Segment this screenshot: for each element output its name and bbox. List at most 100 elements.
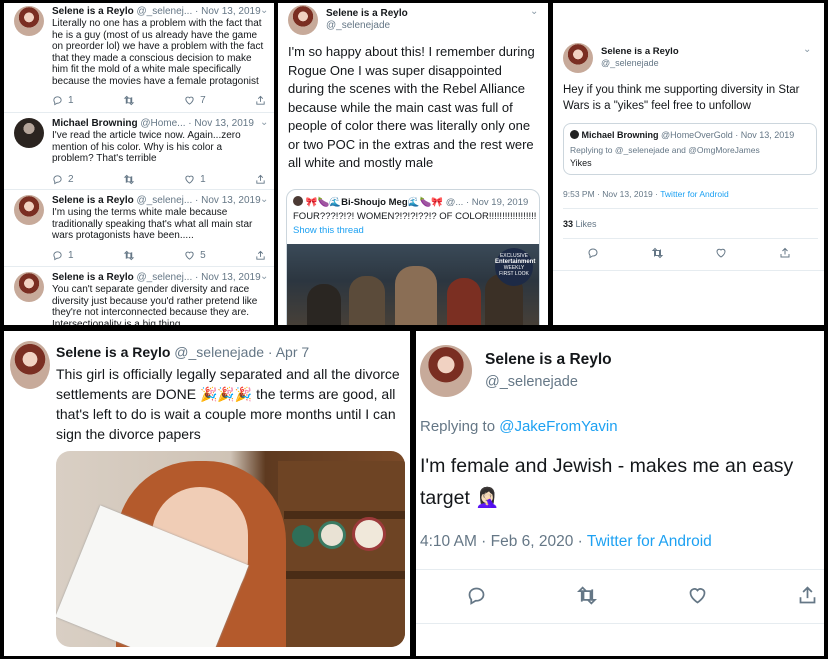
like-icon[interactable]	[687, 585, 708, 606]
author-name[interactable]: Michael Browning	[52, 118, 138, 129]
author-handle: @_selenejade	[601, 58, 659, 68]
like-button[interactable]: 1	[184, 174, 206, 185]
tweet-date: · Apr 7	[267, 344, 310, 360]
avatar[interactable]	[563, 43, 593, 73]
likes-label: Likes	[575, 219, 597, 229]
replying-to: Replying to @_selenejade and @OmgMoreJam…	[570, 145, 760, 155]
likes-count: 33	[563, 219, 574, 229]
reply-count: 2	[68, 174, 74, 185]
reply-tweet-panel: Selene is a Reylo @_selenejade Replying …	[416, 331, 824, 656]
tweet-date: · Nov 13, 2019	[195, 195, 261, 206]
tweet-actions: 2 1	[52, 174, 266, 185]
tweet-date: · Nov 13, 2019	[735, 130, 795, 140]
reply-icon[interactable]	[587, 247, 599, 259]
share-icon[interactable]	[255, 250, 266, 261]
author-handle: @_selenej...	[136, 195, 193, 206]
quoted-tweet[interactable]: 🎀🍆🌊Bi-Shoujo Meg🌊🍆🎀 @... · Nov 19, 2019 …	[286, 189, 540, 325]
tweet-text: Literally no one has a problem with the …	[52, 18, 264, 87]
quote-tweet-panel: Selene is a Reylo @_selenejade ⌄ I'm so …	[278, 3, 548, 325]
replying-to-user[interactable]: @JakeFromYavin	[499, 418, 617, 435]
reply-button[interactable]: 2	[52, 174, 74, 185]
like-icon[interactable]	[715, 247, 727, 259]
reply-button[interactable]: 1	[52, 250, 74, 261]
tweet-date: · Nov 13, 2019	[195, 6, 261, 17]
chevron-down-icon[interactable]: ⌄	[260, 271, 268, 282]
like-count: 5	[200, 250, 206, 261]
divorce-tweet-panel: Selene is a Reylo @_selenejade · Apr 7 T…	[4, 331, 410, 656]
author-name[interactable]: Selene is a Reylo	[52, 272, 134, 283]
author-name[interactable]: Selene is a Reylo	[52, 6, 134, 17]
like-button[interactable]: 7	[184, 95, 206, 106]
avatar[interactable]	[293, 196, 303, 206]
tweet-text: I've read the article twice now. Again..…	[52, 130, 241, 164]
replying-to-label: Replying to	[420, 418, 500, 435]
tweet-date: · Nov 13, 2019	[188, 118, 254, 129]
tweet-photo[interactable]	[56, 451, 405, 647]
tweet-actions	[587, 247, 791, 259]
divider	[563, 208, 818, 209]
yikes-tweet-panel: Selene is a Reylo @_selenejade ⌄ Hey if …	[553, 3, 824, 325]
reply-count: 1	[68, 95, 74, 106]
avatar[interactable]	[420, 345, 472, 397]
share-icon[interactable]	[255, 95, 266, 106]
retweet-icon[interactable]	[651, 247, 664, 259]
retweet-icon[interactable]	[576, 585, 598, 606]
chevron-down-icon[interactable]: ⌄	[803, 44, 811, 55]
tweet[interactable]: Selene is a Reylo @_selenej... · Nov 13,…	[4, 270, 274, 325]
source-link[interactable]: Twitter for Android	[587, 533, 712, 550]
reply-button[interactable]: 1	[52, 95, 74, 106]
chevron-down-icon[interactable]: ⌄	[260, 5, 268, 16]
retweet-icon[interactable]	[123, 95, 135, 106]
avatar[interactable]	[14, 118, 44, 148]
avatar[interactable]	[570, 130, 579, 139]
quoted-text: FOUR???!?!?! WOMEN?!?!?!??!? OF COLOR!!!…	[293, 211, 537, 222]
like-button[interactable]: 5	[184, 250, 206, 261]
tweet[interactable]: Selene is a Reylo @_selenej... · Nov 13,…	[4, 193, 274, 263]
retweet-icon[interactable]	[123, 174, 135, 185]
author-name[interactable]: Selene is a Reylo	[601, 46, 679, 57]
author-handle: @Home...	[140, 118, 186, 129]
avatar[interactable]	[288, 5, 318, 35]
author-name[interactable]: Selene is a Reylo	[56, 344, 170, 360]
reply-icon[interactable]	[466, 585, 487, 606]
avatar[interactable]	[14, 6, 44, 36]
tweet-date: · Nov 13, 2019	[195, 272, 261, 283]
share-icon[interactable]	[797, 585, 818, 606]
tweet[interactable]: Selene is a Reylo @_selenej... · Nov 13,…	[4, 3, 274, 111]
share-icon[interactable]	[779, 247, 791, 259]
tweet-text: Hey if you think me supporting diversity…	[563, 84, 800, 112]
quoted-image[interactable]: EXCLUSIVE Entertainment WEEKLY FIRST LOO…	[287, 244, 539, 325]
likes-stat[interactable]: 33 Likes	[563, 219, 597, 229]
retweet-icon[interactable]	[123, 250, 135, 261]
tweet-text: I'm female and Jewish - makes me an easy…	[420, 455, 794, 509]
author-handle: @_selenejade	[174, 344, 265, 360]
quoted-text: Yikes	[570, 158, 592, 168]
author-name[interactable]: Michael Browning	[582, 130, 659, 140]
chevron-down-icon[interactable]: ⌄	[260, 194, 268, 205]
share-icon[interactable]	[255, 174, 266, 185]
author-handle: @_selenejade	[485, 374, 578, 390]
chevron-down-icon[interactable]: ⌄	[260, 117, 268, 128]
divider	[4, 266, 274, 267]
magazine-badge: EXCLUSIVE Entertainment WEEKLY FIRST LOO…	[495, 248, 535, 286]
divider	[563, 238, 818, 239]
show-thread-link[interactable]: Show this thread	[293, 225, 364, 236]
divider	[4, 189, 274, 190]
tweet-date: · Nov 19, 2019	[465, 197, 529, 208]
author-name[interactable]: Selene is a Reylo	[485, 351, 612, 369]
author-name[interactable]: 🎀🍆🌊Bi-Shoujo Meg🌊🍆🎀	[306, 197, 443, 208]
avatar[interactable]	[14, 195, 44, 225]
like-count: 7	[200, 95, 206, 106]
author-handle: @_selenejade	[326, 20, 391, 31]
author-name[interactable]: Selene is a Reylo	[326, 8, 408, 19]
tweet-text: You can't separate gender diversity and …	[52, 284, 258, 325]
tweet[interactable]: Michael Browning @Home... · Nov 13, 2019…	[4, 116, 274, 188]
chevron-down-icon[interactable]: ⌄	[530, 6, 538, 17]
avatar[interactable]	[14, 272, 44, 302]
tweet-actions: 1 7	[52, 95, 266, 106]
avatar[interactable]	[10, 341, 50, 389]
thread-panel: Selene is a Reylo @_selenej... · Nov 13,…	[4, 3, 274, 325]
quoted-tweet[interactable]: Michael Browning @HomeOverGold · Nov 13,…	[563, 123, 817, 175]
author-name[interactable]: Selene is a Reylo	[52, 195, 134, 206]
source-link[interactable]: Twitter for Android	[660, 189, 729, 199]
